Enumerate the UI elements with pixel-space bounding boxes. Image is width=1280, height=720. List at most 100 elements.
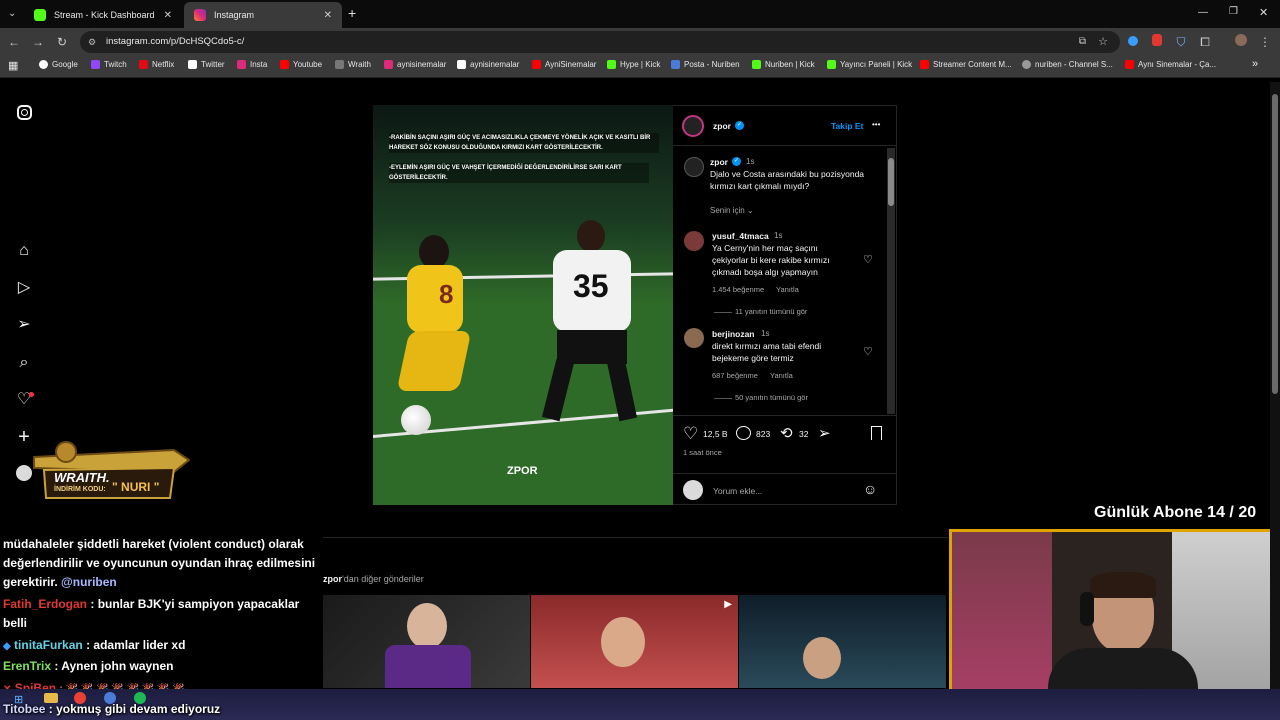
bookmark-posta[interactable]: Posta - Nuriben (671, 60, 740, 69)
more-options-icon[interactable]: ••• (872, 120, 880, 129)
tab-list-menu-icon[interactable]: ⌄ (8, 8, 16, 19)
page-scrollbar-thumb[interactable] (1272, 94, 1278, 394)
bookmark-insta[interactable]: Insta (237, 60, 267, 69)
comment-like-heart-icon[interactable]: ♡ (863, 253, 873, 266)
instagram-logo-icon[interactable] (14, 105, 34, 125)
caption-author[interactable]: zpor (710, 157, 728, 167)
bookmark-twitch[interactable]: Twitch (91, 60, 127, 69)
tab-kick-dashboard[interactable]: Stream - Kick Dashboard ✕ (24, 2, 182, 28)
site-info-icon[interactable]: ⚙ (88, 31, 96, 53)
streamer-hair (1090, 572, 1156, 598)
bookmark-netflix[interactable]: Netflix (139, 60, 174, 69)
comment-likes[interactable]: 687 beğenme (712, 371, 758, 380)
author-name[interactable]: zpor (713, 121, 731, 131)
forward-icon[interactable]: → (30, 34, 46, 50)
discount-code: " NURI " (112, 480, 160, 494)
youtube-icon (280, 60, 289, 69)
caption-avatar[interactable] (684, 157, 704, 177)
section-divider (323, 537, 948, 538)
comment-bubble-icon[interactable] (736, 426, 751, 440)
bookmark-youtube[interactable]: Youtube (280, 60, 322, 69)
post-thumbnail[interactable] (739, 595, 946, 688)
chat-username: Titobee (3, 702, 46, 716)
follow-button[interactable]: Takip Et (831, 121, 863, 131)
home-icon[interactable]: ⌂ (14, 241, 34, 261)
minimize-button[interactable]: — (1198, 7, 1208, 18)
post-thumbnail[interactable]: ▶ (531, 595, 738, 688)
bookmark-streamer-content[interactable]: Streamer Content M... (920, 60, 1012, 69)
back-icon[interactable]: ← (6, 34, 22, 50)
bookmark-star-icon[interactable]: ☆ (1098, 31, 1108, 53)
bookmark-wraith[interactable]: Wraith (335, 60, 371, 69)
rule-text-1: -RAKİBİN SAÇINI AŞIRI GÜÇ VE ACIMASIZLIK… (389, 133, 659, 153)
more-posts-user[interactable]: zpor (323, 574, 342, 584)
close-window-button[interactable]: ✕ (1259, 6, 1268, 19)
bookmark-aynisinemalar-insta[interactable]: aynisinemalar (384, 60, 446, 69)
bookmark-twitter[interactable]: Twitter (188, 60, 225, 69)
share-icon[interactable]: ➢ (818, 424, 831, 442)
comment-likes[interactable]: 1.454 beğenme (712, 285, 764, 294)
scrollbar-thumb[interactable] (888, 158, 894, 206)
comment-user[interactable]: berjinozan (712, 329, 755, 339)
bookmark-aynisinemalar-yt[interactable]: AyniSinemalar (532, 60, 596, 69)
comments-scrollbar[interactable] (887, 148, 895, 414)
comment-reply-button[interactable]: Yanıtla (770, 371, 793, 380)
comment-sort-dropdown[interactable]: Senin için ⌄ (710, 206, 754, 215)
comment-avatar[interactable] (684, 231, 704, 251)
tab-close-icon[interactable]: ✕ (324, 10, 332, 21)
profile-avatar-icon[interactable] (1233, 34, 1249, 50)
extensions-puzzle-icon[interactable]: ⧠ (1197, 34, 1213, 50)
chat-badge-icon: ◆ (3, 641, 11, 652)
extension-blue-icon[interactable] (1125, 34, 1141, 50)
tab-instagram[interactable]: Instagram ✕ (184, 2, 342, 28)
comment-input[interactable]: Yorum ekle... (713, 486, 762, 496)
twitch-icon (91, 60, 100, 69)
rule-text-2: -EYLEMİN AŞIRI GÜÇ VE VAHŞET İÇERMEDİĞİ … (389, 163, 649, 183)
notifications-heart-icon[interactable]: ♡ (14, 390, 34, 410)
save-bookmark-icon[interactable] (871, 426, 882, 440)
bookmark-nuriben-kick[interactable]: Nuriben | Kick (752, 60, 815, 69)
bookmark-aynisinemalar-x[interactable]: aynisinemalar (457, 60, 519, 69)
repost-count[interactable]: 32 (799, 429, 808, 439)
shield-extension-icon[interactable]: ⛉ (1173, 34, 1189, 50)
bookmark-label: Posta - Nuriben (684, 60, 740, 69)
post-thumbnail[interactable] (323, 595, 530, 688)
comment-reply-button[interactable]: Yanıtla (776, 285, 799, 294)
tab-close-icon[interactable]: ✕ (164, 10, 172, 21)
emoji-icon[interactable]: ☺ (863, 481, 877, 497)
address-bar[interactable]: ⚙ instagram.com/p/DcHSQCdo5-c/ ⧉ ☆ (80, 31, 1120, 53)
repost-icon[interactable]: ⟲ (780, 424, 793, 442)
comment-avatar[interactable] (684, 328, 704, 348)
bookmark-yayinci-paneli[interactable]: Yayıncı Paneli | Kick (827, 60, 912, 69)
install-app-icon[interactable]: ⧉ (1079, 31, 1086, 53)
like-heart-icon[interactable]: ♡ (683, 424, 698, 444)
bookmark-nuriben-channel[interactable]: nuriben - Channel S... (1022, 60, 1113, 69)
extension-red-icon[interactable] (1149, 34, 1165, 50)
chat-text: : Aynen john waynen (54, 659, 174, 673)
messages-icon[interactable]: ➢ (14, 315, 34, 335)
bookmark-ayni-sinemalar-ca[interactable]: Aynı Sinemalar - Ça... (1125, 60, 1216, 69)
caption-time: 1s (746, 157, 755, 166)
like-count[interactable]: 12,5 B (703, 429, 728, 439)
post-image[interactable]: -RAKİBİN SAÇINI AŞIRI GÜÇ VE ACIMASIZLIK… (373, 105, 673, 505)
search-icon[interactable]: ⌕ (14, 353, 34, 373)
view-replies-link[interactable]: 50 yanıtın tümünü gör (735, 393, 808, 402)
new-tab-button[interactable]: + (348, 5, 356, 21)
bookmarks-overflow-icon[interactable]: » (1252, 58, 1258, 70)
comment-count[interactable]: 823 (756, 429, 770, 439)
wraith-badge-graphic (33, 441, 190, 499)
bookmark-google[interactable]: Google (39, 60, 78, 69)
page-scrollbar[interactable] (1270, 82, 1280, 689)
bookmark-hype-kick[interactable]: Hype | Kick (607, 60, 660, 69)
browser-menu-icon[interactable]: ⋮ (1257, 34, 1273, 50)
apps-grid-icon[interactable]: ▦ (8, 59, 18, 72)
comments-scroll-area[interactable]: zpor ✓ 1s Djalo ve Costa arasındaki bu p… (673, 147, 896, 415)
reels-icon[interactable]: ▷ (14, 278, 34, 298)
instagram-icon (194, 9, 206, 21)
reload-icon[interactable]: ↻ (54, 34, 70, 50)
comment-user[interactable]: yusuf_4tmaca (712, 231, 769, 241)
view-replies-link[interactable]: 11 yanıtın tümünü gör (735, 307, 807, 316)
maximize-button[interactable]: ❐ (1229, 6, 1238, 17)
comment-like-heart-icon[interactable]: ♡ (863, 345, 873, 358)
author-avatar[interactable] (682, 115, 704, 137)
